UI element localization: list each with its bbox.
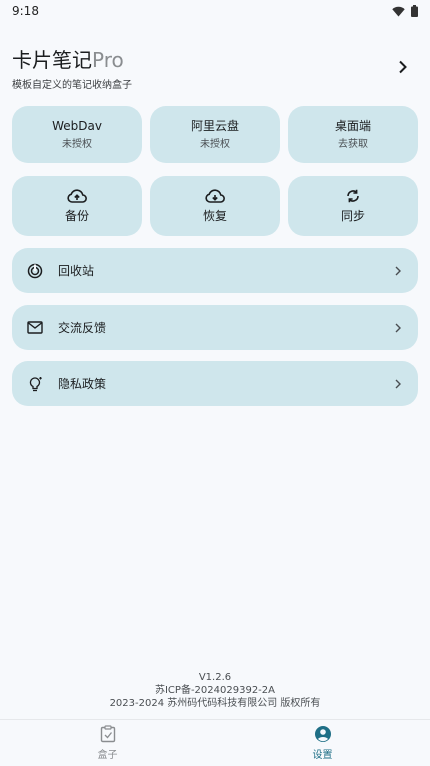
cloud-upload-icon — [67, 189, 87, 203]
chevron-right-icon — [392, 322, 404, 334]
card-status: 去获取 — [338, 138, 368, 150]
icp-license[interactable]: 苏ICP备-2024029392-2A — [0, 684, 430, 697]
menu-item-label: 交流反馈 — [58, 321, 107, 335]
bottom-nav: 盒子 设置 — [0, 719, 430, 766]
sync-icon — [347, 189, 359, 203]
menu-item-label: 隐私政策 — [58, 377, 107, 391]
cloud-download-icon — [205, 189, 225, 203]
card-label: 同步 — [340, 209, 365, 223]
app-title-suffix: Pro — [92, 48, 124, 72]
status-bar: 9:18 — [0, 0, 430, 22]
settings-screen: 9:18 卡片笔记Pro 模板自定义的笔记收纳盒子 WebDav 未授权 阿里云… — [0, 0, 430, 766]
wifi-icon — [392, 6, 405, 17]
lightbulb-icon — [26, 375, 44, 393]
card-label: 备份 — [64, 209, 89, 223]
menu-item-label: 回收站 — [58, 264, 95, 278]
chevron-right-icon — [399, 60, 407, 74]
app-subtitle: 模板自定义的笔记收纳盒子 — [12, 80, 132, 91]
app-header: 卡片笔记Pro 模板自定义的笔记收纳盒子 — [12, 48, 418, 92]
restore-button[interactable]: 恢复 — [150, 176, 280, 236]
chevron-right-icon — [392, 265, 404, 277]
status-icons — [392, 5, 418, 17]
recycle-bin-item[interactable]: 回收站 — [12, 248, 418, 293]
card-label: 恢复 — [202, 209, 227, 223]
mail-icon — [26, 319, 44, 337]
footer-info: V1.2.6 苏ICP备-2024029392-2A 2023-2024 苏州码… — [0, 671, 430, 710]
backup-button[interactable]: 备份 — [12, 176, 142, 236]
privacy-policy-item[interactable]: 隐私政策 — [12, 361, 418, 406]
clipboard-icon — [100, 725, 115, 743]
status-time: 9:18 — [12, 4, 39, 18]
header-chevron-button[interactable] — [392, 56, 414, 78]
card-status: 未授权 — [62, 138, 92, 150]
feedback-item[interactable]: 交流反馈 — [12, 305, 418, 350]
chevron-right-icon — [392, 378, 404, 390]
card-title: 桌面端 — [334, 118, 371, 133]
card-title: 阿里云盘 — [190, 118, 239, 133]
copyright: 2023-2024 苏州码代码科技有限公司 版权所有 — [109, 698, 321, 709]
card-status: 未授权 — [200, 138, 230, 150]
app-version: V1.2.6 — [198, 672, 232, 683]
webdav-card[interactable]: WebDav 未授权 — [12, 106, 142, 163]
card-title: WebDav — [52, 118, 102, 133]
nav-label: 设置 — [312, 750, 333, 761]
app-title: 卡片笔记Pro — [12, 48, 418, 72]
battery-icon — [411, 5, 418, 17]
nav-tab-settings[interactable]: 设置 — [215, 720, 430, 766]
app-title-text: 卡片笔记 — [12, 48, 92, 72]
desktop-client-card[interactable]: 桌面端 去获取 — [288, 106, 418, 163]
nav-tab-box[interactable]: 盒子 — [0, 720, 215, 766]
account-circle-icon — [314, 726, 331, 742]
recycle-icon — [26, 262, 44, 280]
nav-label: 盒子 — [97, 750, 118, 761]
aliyun-drive-card[interactable]: 阿里云盘 未授权 — [150, 106, 280, 163]
sync-button[interactable]: 同步 — [288, 176, 418, 236]
